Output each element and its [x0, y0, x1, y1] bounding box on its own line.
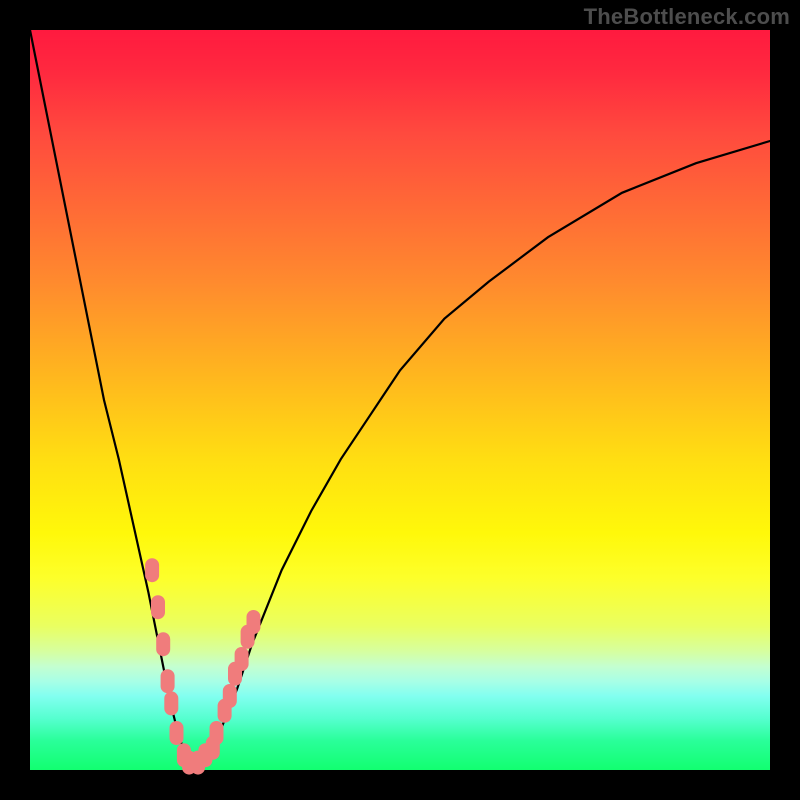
bottleneck-curve: [30, 30, 770, 763]
marker-point: [223, 684, 237, 708]
watermark-label: TheBottleneck.com: [584, 4, 790, 30]
marker-point: [170, 721, 184, 745]
chart-svg: [30, 30, 770, 770]
marker-point: [151, 595, 165, 619]
marker-point: [210, 721, 224, 745]
chart-plot-area: [30, 30, 770, 770]
marker-point: [235, 647, 249, 671]
marker-point: [145, 558, 159, 582]
chart-frame: TheBottleneck.com: [0, 0, 800, 800]
marker-point: [247, 610, 261, 634]
marker-point: [156, 632, 170, 656]
marker-point: [161, 669, 175, 693]
marker-point: [164, 691, 178, 715]
